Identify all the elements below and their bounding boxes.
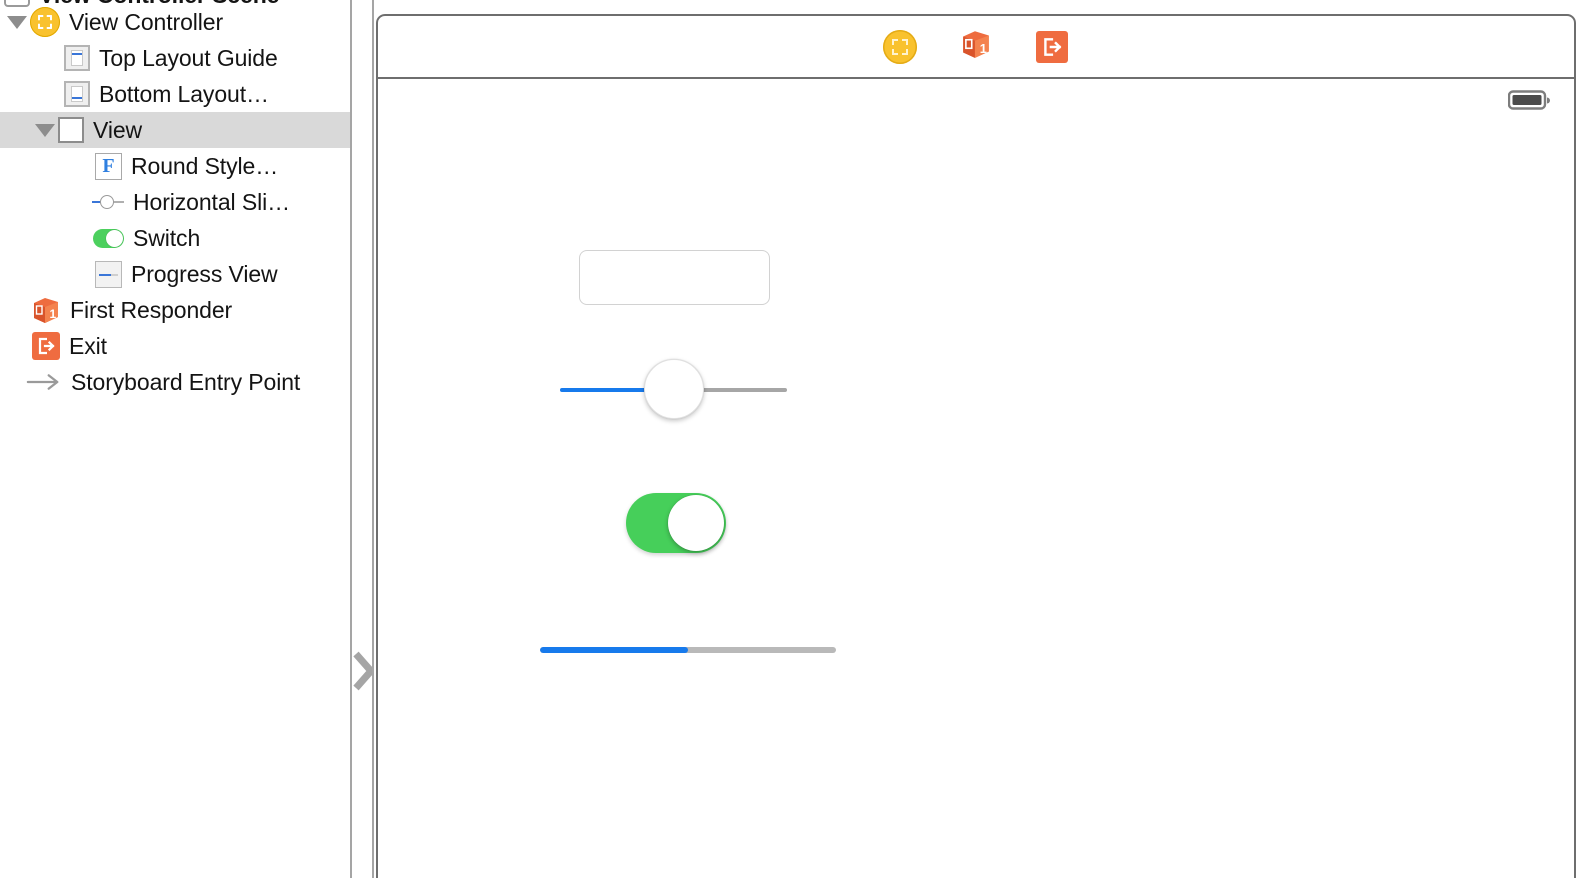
view-icon	[58, 117, 84, 143]
view-controller-scene-frame[interactable]: 1	[376, 14, 1576, 878]
device-screen[interactable]	[378, 79, 1574, 878]
outline-row-exit[interactable]: Exit	[0, 328, 350, 364]
progress-view-icon	[95, 260, 122, 288]
dock-first-responder-button[interactable]: 1	[959, 30, 993, 64]
view-controller-icon	[30, 7, 60, 37]
outline-row-label: Round Style…	[131, 152, 279, 179]
panel-splitter[interactable]	[350, 0, 376, 878]
outline-row-switch[interactable]: Switch	[0, 220, 350, 256]
outline-row-view[interactable]: View	[0, 112, 350, 148]
interface-builder-window: View Controller Scene View Controller To…	[0, 0, 1586, 878]
outline-row-label: View Controller	[69, 8, 224, 35]
outline-row-label: Switch	[133, 224, 201, 251]
outline-row-first-responder[interactable]: 1 First Responder	[0, 292, 350, 328]
slider-icon	[92, 192, 124, 212]
top-layout-guide-icon	[64, 45, 90, 71]
switch-icon	[93, 228, 124, 248]
outline-row-label: Exit	[69, 332, 107, 359]
outline-row-label: Storyboard Entry Point	[71, 368, 301, 395]
outline-row-round-style-text-field[interactable]: F Round Style…	[0, 148, 350, 184]
first-responder-icon: 1	[31, 295, 61, 325]
disclosure-triangle-view[interactable]	[32, 123, 58, 137]
switch-knob	[668, 495, 724, 551]
exit-icon	[1036, 30, 1068, 63]
view-controller-icon	[883, 29, 917, 64]
outline-row-label: Horizontal Sli…	[133, 188, 290, 215]
horizontal-slider[interactable]	[560, 359, 787, 419]
outline-row-label: Progress View	[131, 260, 278, 287]
first-responder-icon: 1	[960, 28, 992, 65]
outline-row-progress-view[interactable]: Progress View	[0, 256, 350, 292]
outline-row-label: First Responder	[70, 296, 233, 323]
round-style-text-field[interactable]	[579, 250, 770, 305]
storyboard-canvas[interactable]: 1	[374, 0, 1586, 878]
disclosure-triangle-view-controller[interactable]	[4, 15, 30, 29]
dock-exit-button[interactable]	[1035, 30, 1069, 64]
status-bar	[378, 79, 1574, 121]
exit-icon	[32, 332, 60, 360]
document-outline-panel: View Controller Scene View Controller To…	[0, 0, 350, 878]
switch-control[interactable]	[626, 493, 726, 553]
dock-view-controller-button[interactable]	[883, 29, 917, 64]
bottom-layout-guide-icon	[64, 81, 90, 107]
progress-view-fill	[540, 647, 688, 653]
outline-row-view-controller[interactable]: View Controller	[0, 4, 350, 40]
slider-thumb[interactable]	[643, 359, 704, 419]
outline-row-label: Bottom Layout…	[99, 80, 269, 107]
outline-row-top-layout-guide[interactable]: Top Layout Guide	[0, 40, 350, 76]
entry-point-arrow-icon	[26, 371, 62, 393]
outline-row-label: Top Layout Guide	[99, 44, 278, 71]
svg-text:1: 1	[980, 41, 987, 56]
chevron-right-icon[interactable]	[352, 648, 376, 694]
svg-text:1: 1	[50, 307, 57, 321]
scene-dock-bar: 1	[378, 16, 1574, 79]
text-field-icon: F	[95, 152, 122, 180]
outline-row-storyboard-entry-point[interactable]: Storyboard Entry Point	[0, 364, 350, 400]
progress-view	[540, 647, 836, 653]
battery-icon	[1507, 90, 1552, 111]
outline-row-bottom-layout-guide[interactable]: Bottom Layout…	[0, 76, 350, 112]
outline-row-label: View	[93, 116, 143, 143]
outline-row-horizontal-slider[interactable]: Horizontal Sli…	[0, 184, 350, 220]
